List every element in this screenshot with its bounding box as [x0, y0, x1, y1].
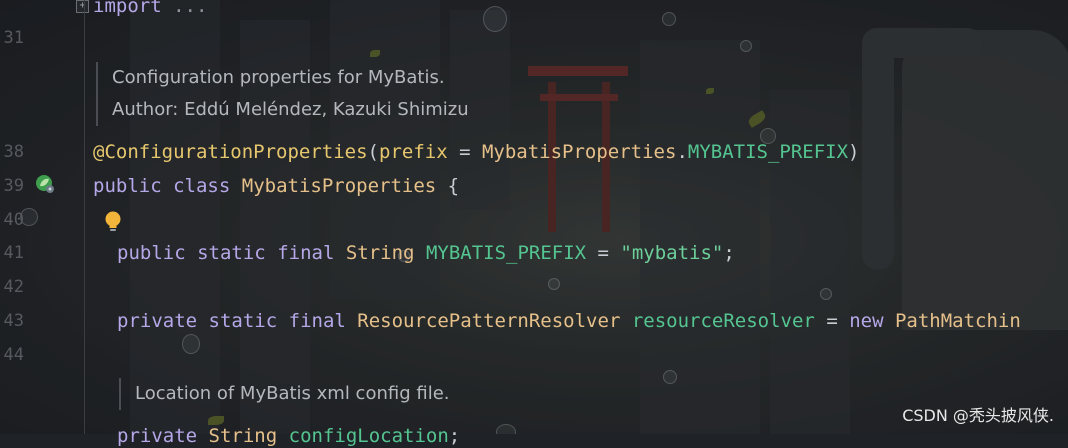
keyword: public: [93, 175, 162, 197]
keyword: static: [208, 310, 278, 332]
line-number: 43: [3, 311, 24, 331]
semicolon: ;: [723, 242, 735, 264]
code-line-field-resolver[interactable]: private static final ResourcePatternReso…: [117, 309, 1021, 333]
operator: =: [586, 242, 621, 264]
spring-bean-icon[interactable]: [35, 174, 55, 194]
string-literal: "mybatis": [620, 242, 724, 264]
type-name: String: [208, 425, 278, 447]
fold-expand-icon[interactable]: +: [76, 0, 89, 13]
keyword: import: [93, 0, 162, 17]
line-number: 40: [3, 210, 24, 230]
keyword: private: [117, 310, 198, 332]
line-number: 44: [3, 345, 24, 365]
class-ref: MybatisProperties: [481, 141, 677, 163]
field-name: configLocation: [288, 425, 449, 447]
field-ref: MYBATIS_PREFIX: [687, 141, 849, 163]
javadoc-text: Configuration properties for MyBatis.: [112, 67, 445, 88]
paren: ): [848, 141, 860, 163]
type-name: ResourcePatternResolver: [357, 310, 621, 332]
dot: .: [676, 141, 688, 163]
javadoc-text: Location of MyBatis xml config file.: [135, 383, 450, 404]
semicolon: ;: [448, 425, 461, 447]
javadoc-block: Location of MyBatis xml config file.: [119, 378, 450, 410]
line-number: 41: [3, 243, 24, 263]
line-number: 31: [3, 28, 24, 48]
type-name: String: [345, 242, 415, 264]
class-name: MybatisProperties: [241, 175, 437, 197]
field-name: MYBATIS_PREFIX: [425, 242, 587, 264]
paren: (: [367, 141, 379, 163]
editor-gutter: 31 38 39 40 41 42 43 44 +: [0, 0, 89, 434]
line-number: 38: [3, 142, 24, 162]
keyword: class: [173, 175, 231, 197]
keyword: final: [277, 242, 335, 264]
annotation-param: prefix: [379, 141, 448, 163]
code-line-import[interactable]: import ...: [93, 0, 207, 18]
keyword: final: [288, 310, 346, 332]
keyword: new: [849, 310, 884, 332]
line-number: 42: [3, 277, 24, 297]
line-number: 39: [3, 176, 24, 196]
javadoc-block: Configuration properties for MyBatis. Au…: [96, 62, 469, 126]
code-line-field-config[interactable]: private String configLocation;: [117, 424, 460, 448]
folded-text[interactable]: ...: [162, 0, 207, 17]
keyword: public: [117, 242, 186, 264]
code-line-field-prefix[interactable]: public static final String MYBATIS_PREFI…: [117, 241, 735, 265]
constructor-name: PathMatchin: [894, 310, 1021, 332]
operator: =: [447, 141, 482, 163]
lightbulb-icon[interactable]: [103, 210, 123, 234]
watermark: CSDN @秃头披风侠.: [902, 406, 1054, 425]
field-name: resourceResolver: [631, 310, 815, 332]
keyword: static: [197, 242, 266, 264]
code-line-class-decl[interactable]: public class MybatisProperties {: [93, 174, 459, 198]
gutter-divider: [84, 0, 85, 434]
javadoc-author: Author: Eddú Meléndez, Kazuki Shimizu: [112, 99, 469, 120]
keyword: private: [117, 425, 198, 447]
annotation-name: @ConfigurationProperties: [93, 141, 368, 163]
brace: {: [447, 175, 460, 197]
code-line-annotation[interactable]: @ConfigurationProperties(prefix = Mybati…: [93, 140, 860, 164]
operator: =: [814, 310, 850, 332]
